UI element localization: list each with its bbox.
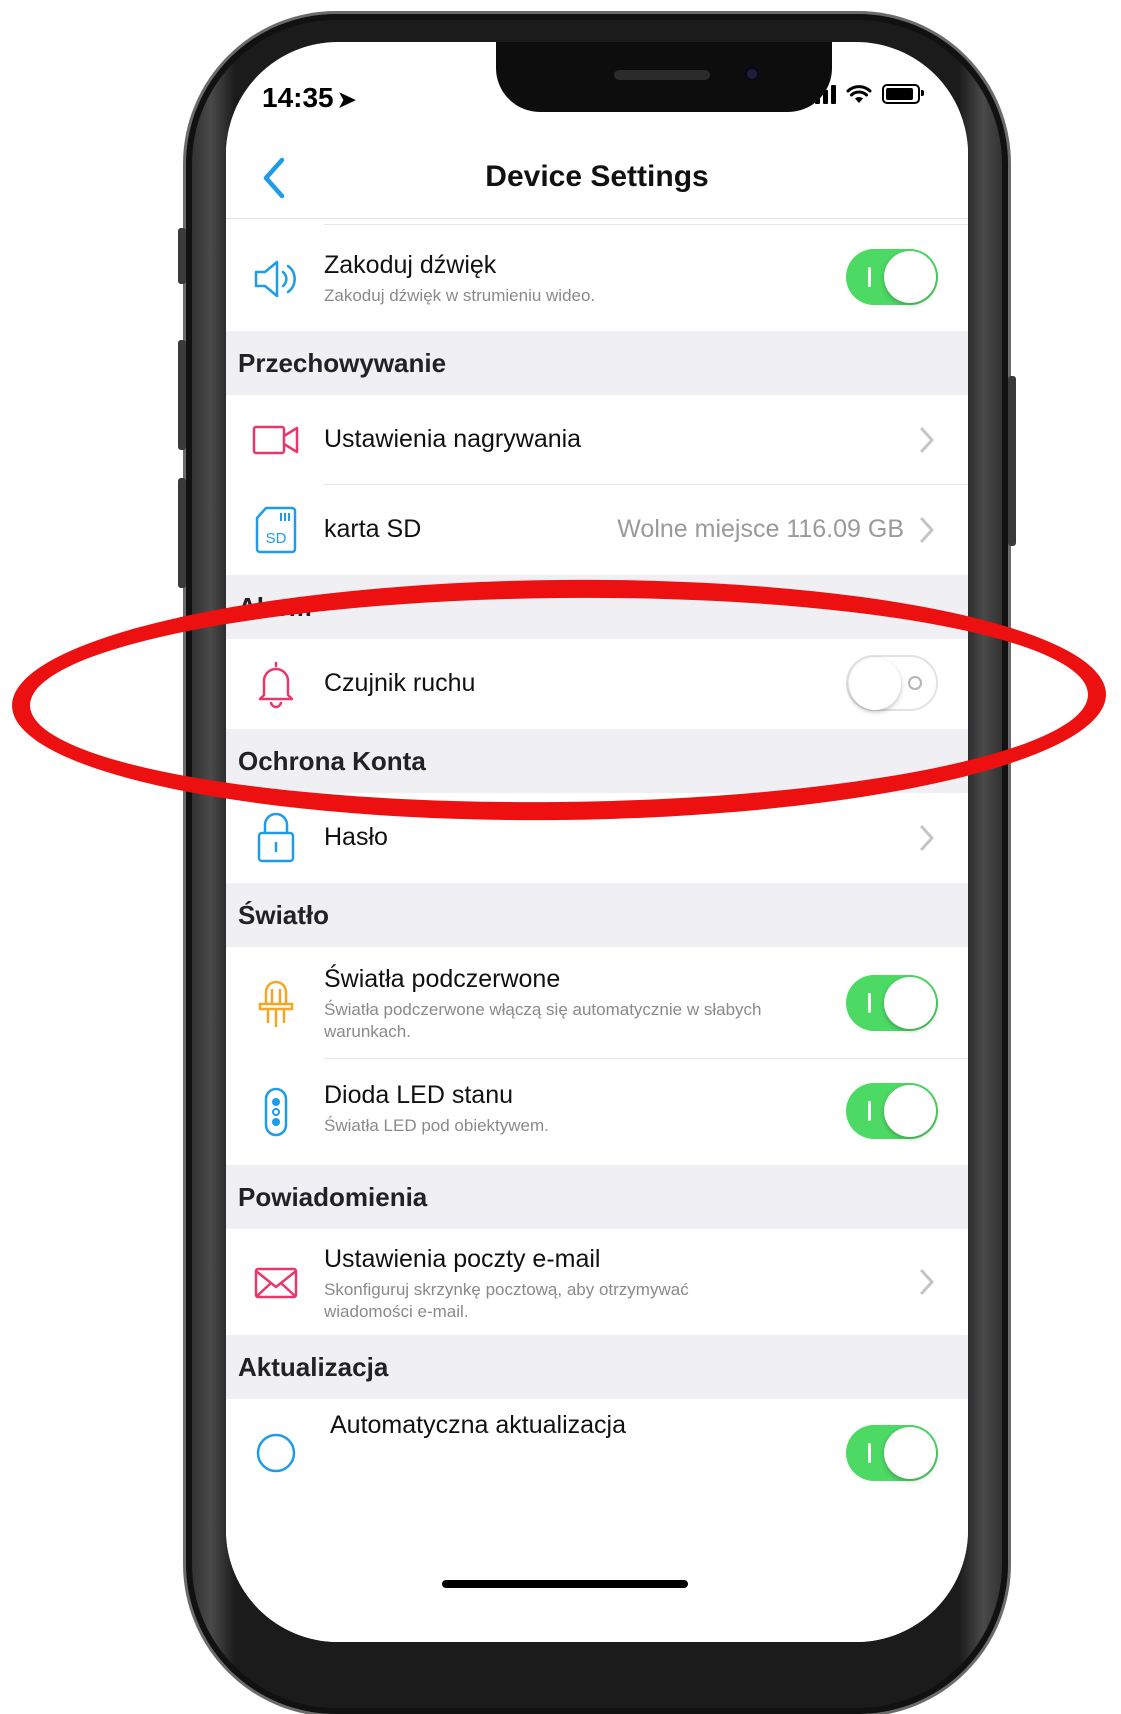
update-icon xyxy=(248,1425,304,1481)
row-title: Dioda LED stanu xyxy=(324,1081,514,1109)
svg-text:SD: SD xyxy=(266,530,287,547)
mute-switch xyxy=(178,228,186,284)
status-led-toggle[interactable] xyxy=(846,1083,938,1139)
row-title: Ustawienia nagrywania xyxy=(324,425,582,453)
row-title: Światła podczerwone xyxy=(324,965,561,993)
earpiece-speaker xyxy=(614,70,710,80)
row-title: Hasło xyxy=(324,823,388,851)
row-sd-card[interactable]: SD karta SD Wolne miejsce 116.09 GB xyxy=(226,485,968,575)
section-title: Światło xyxy=(238,900,330,930)
section-title: Aktualizacja xyxy=(238,1352,389,1382)
location-arrow-icon: ➤ xyxy=(337,87,357,112)
auto-update-toggle[interactable] xyxy=(846,1425,938,1481)
row-title: Automatyczna aktualizacja xyxy=(330,1411,626,1439)
sd-free-space: Wolne miejsce 116.09 GB xyxy=(617,515,904,543)
volume-up-button xyxy=(178,340,186,450)
home-indicator-area xyxy=(226,1502,968,1642)
wifi-icon xyxy=(846,85,872,103)
mail-icon xyxy=(248,1255,304,1311)
status-time-text: 14:35 xyxy=(262,82,334,113)
chevron-right-icon xyxy=(920,825,934,851)
row-status-led[interactable]: Dioda LED stanu Światła LED pod obiektyw… xyxy=(226,1059,968,1165)
section-title: Przechowywanie xyxy=(238,348,447,378)
row-email-settings[interactable]: Ustawienia poczty e-mail Skonfiguruj skr… xyxy=(226,1229,968,1335)
page-title: Device Settings xyxy=(485,160,709,193)
notch xyxy=(496,42,832,112)
battery-icon xyxy=(882,84,924,104)
section-title: Powiadomienia xyxy=(238,1182,428,1212)
volume-down-button xyxy=(178,478,186,588)
home-indicator[interactable] xyxy=(442,1580,688,1588)
section-header-notifications: Powiadomienia xyxy=(226,1165,968,1229)
row-title: Zakoduj dźwięk xyxy=(324,251,497,279)
video-camera-icon xyxy=(248,412,304,468)
chevron-right-icon xyxy=(920,1269,934,1295)
encode-audio-toggle[interactable] xyxy=(846,249,938,305)
lock-icon xyxy=(248,810,304,866)
row-subtitle: Skonfiguruj skrzynkę pocztową, aby otrzy… xyxy=(324,1280,689,1321)
phone-screen: 14:35 ➤ Device Settings Zakoduj dźwięk Z… xyxy=(226,42,968,1642)
sd-card-icon: SD xyxy=(248,502,304,558)
row-infrared-lights[interactable]: Światła podczerwone Światła podczerwone … xyxy=(226,947,968,1059)
status-time: 14:35 ➤ xyxy=(262,82,356,114)
chevron-right-icon xyxy=(920,427,934,453)
section-header-light: Światło xyxy=(226,883,968,947)
front-camera xyxy=(744,66,760,82)
nav-bar: Device Settings xyxy=(226,140,968,219)
section-header-storage: Przechowywanie xyxy=(226,331,968,395)
led-icon xyxy=(248,1085,304,1141)
speaker-icon xyxy=(248,251,304,307)
row-subtitle: Światła LED pod obiektywem. xyxy=(324,1116,549,1135)
infrared-bulb-icon xyxy=(248,975,304,1031)
row-encode-audio[interactable]: Zakoduj dźwięk Zakoduj dźwięk w strumien… xyxy=(226,225,968,331)
section-header-update: Aktualizacja xyxy=(226,1335,968,1399)
chevron-right-icon xyxy=(920,517,934,543)
row-title: Ustawienia poczty e-mail xyxy=(324,1245,601,1273)
power-button xyxy=(1008,376,1016,546)
row-subtitle: Zakoduj dźwięk w strumieniu wideo. xyxy=(324,286,596,305)
row-title: karta SD xyxy=(324,515,422,543)
row-recording-settings[interactable]: Ustawienia nagrywania xyxy=(226,395,968,485)
infrared-toggle[interactable] xyxy=(846,975,938,1031)
row-subtitle: Światła podczerwone włączą się automatyc… xyxy=(324,1000,762,1041)
settings-list: Zakoduj dźwięk Zakoduj dźwięk w strumien… xyxy=(226,220,968,1489)
row-auto-update[interactable]: Automatyczna aktualizacja xyxy=(226,1399,968,1489)
